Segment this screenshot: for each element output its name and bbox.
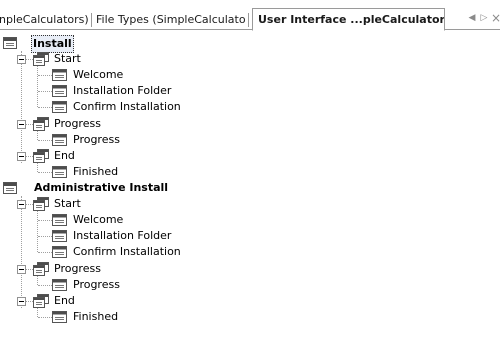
tree-line <box>37 66 38 107</box>
dialog-stack-icon <box>33 149 49 163</box>
dialog-icon <box>52 311 67 323</box>
tree-node-dialog[interactable]: Installation Folder <box>52 83 173 99</box>
tree-line <box>38 317 52 318</box>
tree-node-label: Start <box>54 197 81 210</box>
tree-node-start[interactable]: Start <box>33 196 83 212</box>
tree-node-start[interactable]: Start <box>33 51 83 67</box>
dialog-stack-icon <box>33 52 49 66</box>
dialog-icon <box>52 246 67 258</box>
tree-node-dialog[interactable]: Finished <box>52 309 120 325</box>
tree-line <box>37 163 38 172</box>
dialog-stack-icon <box>33 117 49 131</box>
tree-line <box>38 252 52 253</box>
tree-line <box>38 75 52 76</box>
tree-node-progress[interactable]: Progress <box>33 261 103 277</box>
tree-node-label: Finished <box>73 310 119 323</box>
tree-node-dialog[interactable]: Progress <box>52 132 122 148</box>
tree-line <box>38 140 52 141</box>
tree-line <box>26 156 33 157</box>
tree-line <box>38 285 52 286</box>
dialog-stack-icon <box>33 294 49 308</box>
tree-node-dialog[interactable]: Installation Folder <box>52 228 173 244</box>
scroll-tabs-right-icon[interactable]: ▷ <box>478 11 490 25</box>
dialog-icon <box>52 166 67 178</box>
tree-node-dialog[interactable]: Progress <box>52 277 122 293</box>
tree-node-label: Welcome <box>73 68 124 81</box>
tree-node-label: Finished <box>73 165 119 178</box>
tree-node-dialog[interactable]: Welcome <box>52 67 125 83</box>
ui-sequence-tree: Install Start Welcome Installation Folde… <box>0 30 500 362</box>
tree-line <box>37 276 38 285</box>
tree-node-label: Confirm Installation <box>73 245 181 258</box>
dialog-stack-icon <box>33 262 49 276</box>
collapse-toggle[interactable] <box>17 265 26 274</box>
tree-node-label: Progress <box>73 278 120 291</box>
tree-node-label: Administrative Install <box>34 181 169 194</box>
tree-node-label: Installation Folder <box>73 84 172 97</box>
tree-line <box>26 301 33 302</box>
tree-line <box>37 131 38 140</box>
tree-line <box>38 107 52 108</box>
tree-node-label: Start <box>54 52 81 65</box>
tree-line <box>37 211 38 252</box>
tree-node-install[interactable]: Install <box>3 35 74 53</box>
dialog-icon <box>52 214 67 226</box>
tree-line <box>38 220 52 221</box>
scroll-tabs-left-icon[interactable]: ◀ <box>466 11 478 25</box>
tree-line <box>21 51 22 163</box>
tab-file-types[interactable]: File Types (SimpleCalculators) <box>96 10 246 30</box>
tree-line <box>26 204 33 205</box>
tree-node-label: Confirm Installation <box>73 100 181 113</box>
tree-node-dialog[interactable]: Confirm Installation <box>52 244 183 260</box>
dialog-icon <box>52 279 67 291</box>
tab-separator <box>91 13 92 27</box>
tree-line <box>38 236 52 237</box>
tree-line <box>26 59 33 60</box>
tree-node-end[interactable]: End <box>33 148 77 164</box>
collapse-toggle[interactable] <box>17 297 26 306</box>
tree-node-label: Progress <box>54 117 101 130</box>
dialog-icon <box>52 230 67 242</box>
tree-node-label: End <box>54 149 75 162</box>
tree-line <box>21 196 22 308</box>
tree-node-dialog[interactable]: Welcome <box>52 212 125 228</box>
dialog-icon <box>52 85 67 97</box>
dialog-icon <box>52 101 67 113</box>
collapse-toggle[interactable] <box>17 120 26 129</box>
tree-line <box>38 91 52 92</box>
tree-node-end[interactable]: End <box>33 293 77 309</box>
tree-node-dialog[interactable]: Confirm Installation <box>52 99 183 115</box>
collapse-toggle[interactable] <box>17 200 26 209</box>
tree-line <box>37 308 38 317</box>
tree-node-label: Installation Folder <box>73 229 172 242</box>
tree-node-label: Welcome <box>73 213 124 226</box>
close-tab-icon[interactable]: × <box>490 11 500 25</box>
tree-node-administrative-install[interactable]: Administrative Install <box>3 180 170 196</box>
document-tab-strip: npleCalculators) File Types (SimpleCalcu… <box>0 0 500 31</box>
tree-node-dialog[interactable]: Finished <box>52 164 120 180</box>
tab-user-interface[interactable]: User Interface ...pleCalculators) <box>252 8 445 31</box>
tree-line <box>26 124 33 125</box>
tab-separator <box>248 13 249 27</box>
dialog-icon <box>52 69 67 81</box>
tree-line <box>38 172 52 173</box>
tree-node-label: Progress <box>73 133 120 146</box>
tab-deployment-project[interactable]: npleCalculators) <box>0 10 88 30</box>
collapse-toggle[interactable] <box>17 55 26 64</box>
tree-node-progress[interactable]: Progress <box>33 116 103 132</box>
dialog-sequence-icon <box>3 182 17 194</box>
collapse-toggle[interactable] <box>17 152 26 161</box>
dialog-stack-icon <box>33 197 49 211</box>
tree-node-label: Progress <box>54 262 101 275</box>
dialog-sequence-icon <box>3 37 17 49</box>
tree-line <box>26 269 33 270</box>
tree-node-label: End <box>54 294 75 307</box>
dialog-icon <box>52 134 67 146</box>
